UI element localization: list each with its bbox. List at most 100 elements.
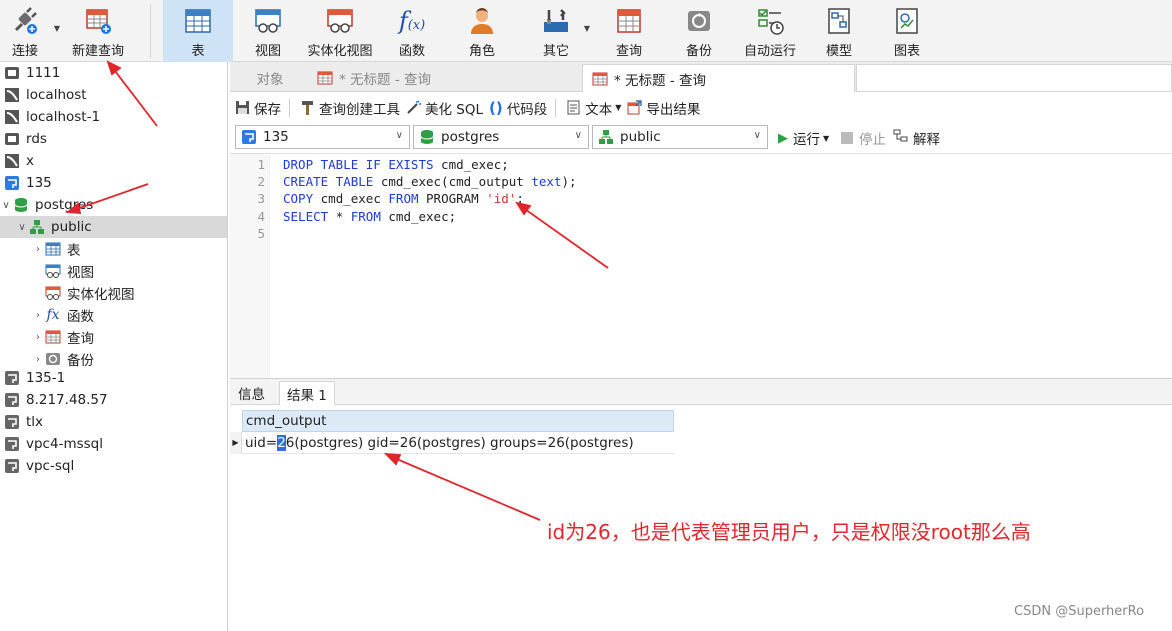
beautify-sql-button[interactable]: 美化 SQL [406,98,483,118]
model-icon [822,4,856,38]
chevron-down-icon[interactable]: ▼ [823,134,829,143]
explain-label: 解释 [913,132,940,148]
tab-query-2[interactable]: * 无标题 - 查询 [582,64,855,92]
tree-item-label: 实体化视图 [67,287,135,303]
database-select[interactable]: postgres ∨ [413,125,589,149]
toolbar-divider [150,4,151,58]
tree-item-connection[interactable]: 135 [0,172,227,194]
schedule-icon [753,4,787,38]
tab-result-1[interactable]: 结果 1 [279,381,335,405]
view-button[interactable]: 视图 [245,0,291,62]
stop-button[interactable]: 停止 [841,128,886,148]
tree-item-materialized-views[interactable]: 实体化视图 [0,282,227,304]
chart-button[interactable]: 图表 [886,0,928,62]
view-icon [251,4,285,38]
chevron-down-icon[interactable]: ∨ [16,222,28,233]
tree-item-tables[interactable]: › 表 [0,238,227,260]
chevron-right-icon[interactable]: › [32,310,44,321]
auto-run-button[interactable]: 自动运行 [740,0,800,62]
tree-item-connection[interactable]: x [0,150,227,172]
model-button[interactable]: 模型 [818,0,860,62]
tree-item-views[interactable]: 视图 [0,260,227,282]
tree-item-label: postgres [35,197,94,213]
connect-label: 连接 [11,44,38,59]
schema-icon [597,128,615,146]
tab-search-area[interactable] [856,64,1172,92]
chevron-right-icon[interactable]: › [32,354,44,365]
tree-item-label: 8.217.48.57 [26,392,108,408]
tree-item-label: x [26,153,34,169]
tree-item-label: vpc-sql [26,458,75,474]
function-button[interactable]: f(x) 函数 [390,0,434,62]
tree-item-connection[interactable]: vpc4-mssql [0,433,227,455]
tree-item-connection[interactable]: rds [0,128,227,150]
query-button[interactable]: 查询 [608,0,650,62]
tree-item-connection[interactable]: localhost [0,84,227,106]
cell-text: uid= [245,434,278,451]
column-header[interactable]: cmd_output [242,410,674,432]
chevron-right-icon[interactable]: › [32,244,44,255]
parentheses-icon: () [489,98,503,117]
schema-value: public [620,129,661,145]
new-query-button[interactable]: 新建查询 [68,0,128,62]
results-panel: 信息 结果 1 cmd_output ▶ uid=26(postgres) gi… [230,378,1172,631]
result-cell[interactable]: uid=26(postgres) gid=26(postgres) groups… [242,434,634,451]
sql-editor[interactable]: 1 2 3 4 5 DROP TABLE IF EXISTS cmd_exec;… [230,153,1172,378]
snippet-button[interactable]: () 代码段 [489,98,547,118]
play-icon: ▶ [778,130,788,146]
query-icon [316,69,334,87]
mysql-icon [3,86,21,104]
line-number: 1 [257,157,265,172]
save-button[interactable]: 保存 [235,98,281,118]
export-results-button[interactable]: 导出结果 [627,98,700,118]
connect-button[interactable]: 连接 ▼ [4,0,60,62]
tree-item-connection[interactable]: localhost-1 [0,106,227,128]
materialized-view-button[interactable]: 实体化视图 [304,0,376,62]
tab-query-1[interactable]: * 无标题 - 查询 [308,64,580,92]
tab-label: * 无标题 - 查询 [339,72,431,88]
query-builder-label: 查询创建工具 [319,101,400,118]
tree-item-connection[interactable]: tlx [0,411,227,433]
mysql-icon [3,108,21,126]
table-row[interactable]: ▶ uid=26(postgres) gid=26(postgres) grou… [230,431,674,454]
explain-button[interactable]: 解释 [893,128,940,148]
plug-icon [8,4,42,38]
tree-item-label: 视图 [67,265,94,281]
backup-button[interactable]: 备份 [677,0,721,62]
column-header-label: cmd_output [246,413,327,429]
mysql-icon [3,152,21,170]
tab-objects[interactable]: 对象 [234,64,306,92]
tree-item-connection[interactable]: 8.217.48.57 [0,389,227,411]
tree-item-database[interactable]: ∨ postgres [0,194,227,216]
connection-select[interactable]: 135 ∨ [235,125,410,149]
tree-item-queries[interactable]: › 查询 [0,326,227,348]
chevron-down-icon: ∨ [753,130,761,141]
view-label: 视图 [254,44,281,59]
tree-item-schema[interactable]: ∨ public [0,216,227,238]
chevron-down-icon[interactable]: ∨ [0,200,12,211]
text-button[interactable]: 文本 ▼ [566,98,621,118]
tree-item-connection[interactable]: 135-1 [0,367,227,389]
connection-value: 135 [263,129,289,145]
other-button[interactable]: 其它 ▼ [534,0,590,62]
tab-info[interactable]: 信息 [231,381,272,405]
database-icon [418,128,436,146]
schema-select[interactable]: public ∨ [592,125,768,149]
chevron-right-icon[interactable]: › [32,332,44,343]
tree-item-connection[interactable]: vpc-sql [0,455,227,477]
main-toolbar: 连接 ▼ 新建查询 表 视图 实体化视图 f(x) 函数 角色 其它 ▼ 查询 … [0,0,1172,62]
run-button[interactable]: ▶ 运行 ▼ [778,128,829,149]
server-icon [3,64,21,82]
tree-item-functions[interactable]: › fx 函数 [0,304,227,326]
chevron-down-icon[interactable]: ▼ [584,24,590,33]
role-button[interactable]: 角色 [460,0,504,62]
function-icon: fx [46,307,60,323]
postgresql-icon [3,174,21,192]
chevron-down-icon[interactable]: ▼ [54,24,60,33]
query-builder-button[interactable]: 查询创建工具 [300,98,400,118]
query-icon [591,70,609,88]
chart-label: 图表 [893,44,920,59]
table-button[interactable]: 表 [163,0,233,62]
chevron-down-icon[interactable]: ▼ [615,103,621,112]
tree-item-connection[interactable]: 1111 [0,62,227,84]
